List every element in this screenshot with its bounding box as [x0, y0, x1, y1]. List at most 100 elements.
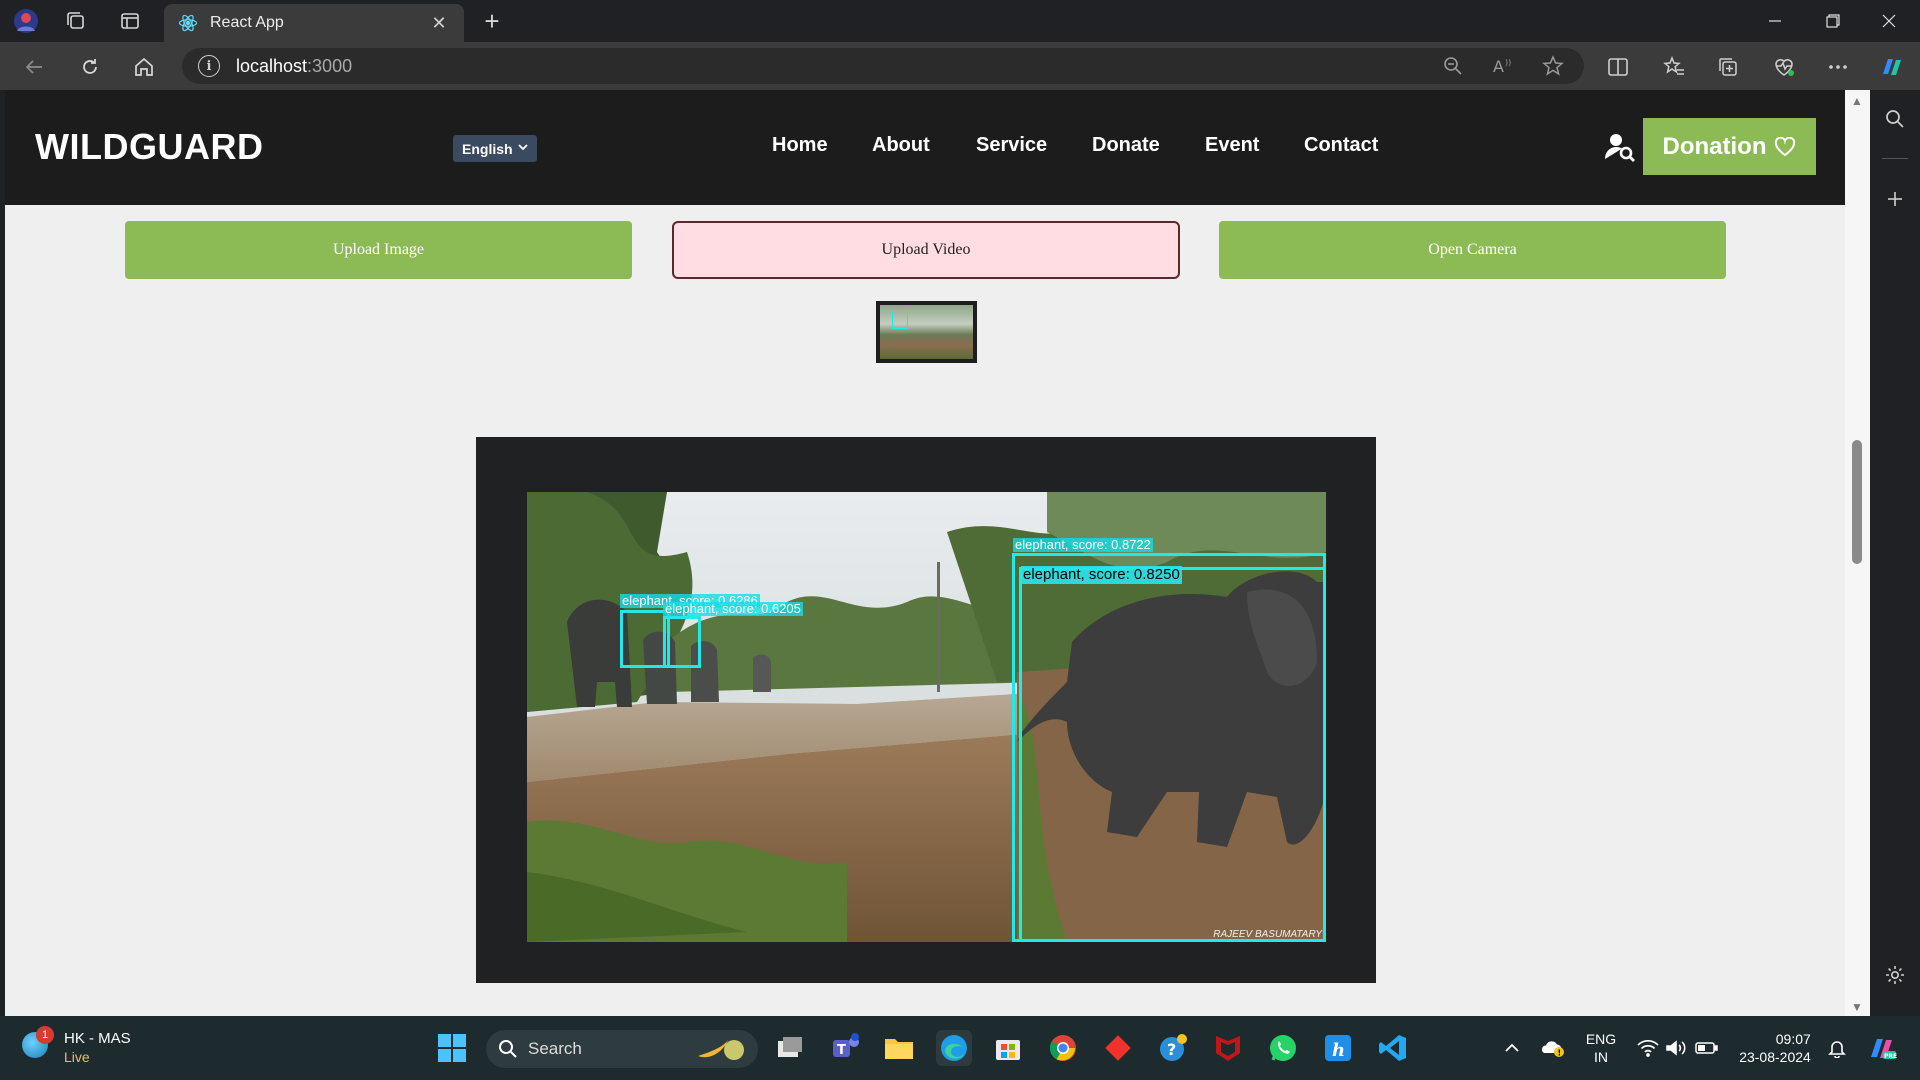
donation-button[interactable]: Donation: [1643, 118, 1816, 175]
onedrive-warning-icon[interactable]: !: [1538, 1016, 1568, 1080]
page-viewport: WILDGUARD English Home About Service Don…: [5, 90, 1845, 1016]
back-arrow-icon[interactable]: [18, 51, 50, 83]
collections-icon[interactable]: [1712, 51, 1744, 83]
weather-title: HK - MAS: [64, 1030, 131, 1047]
url-field[interactable]: i localhost:3000 A)): [182, 48, 1584, 84]
vscode-icon[interactable]: [1375, 1030, 1411, 1066]
nav-service[interactable]: Service: [976, 134, 1047, 157]
nav-contact[interactable]: Contact: [1304, 134, 1378, 157]
tab-title: React App: [210, 14, 284, 31]
mcafee-icon[interactable]: [1210, 1030, 1246, 1066]
heart-icon: [1775, 136, 1796, 156]
hackerrank-icon[interactable]: h: [1320, 1030, 1356, 1066]
video-player[interactable]: elephant, score: 0.6286 elephant, score:…: [476, 437, 1376, 983]
video-thumbnail[interactable]: [876, 301, 977, 363]
more-menu-icon[interactable]: [1822, 51, 1854, 83]
address-toolbar: i localhost:3000 A)): [0, 42, 1920, 90]
donation-label: Donation: [1662, 132, 1767, 160]
sidebar-settings-icon[interactable]: [1880, 960, 1910, 990]
tab-react-app[interactable]: React App ✕: [164, 4, 464, 42]
split-screen-icon[interactable]: [1602, 51, 1634, 83]
close-tab-icon[interactable]: ✕: [428, 12, 450, 34]
detection-box: [1019, 567, 1326, 942]
react-icon: [178, 13, 198, 33]
git-app-icon[interactable]: [1100, 1030, 1136, 1066]
svg-text:A: A: [1493, 57, 1504, 76]
minimize-icon[interactable]: [1748, 0, 1802, 42]
windows-taskbar: 1 HK - MAS Live Search T ? h ! ENG IN 09…: [0, 1016, 1920, 1080]
home-icon[interactable]: [128, 51, 160, 83]
thumbnail-image: [880, 305, 973, 359]
volume-icon[interactable]: [1664, 1016, 1688, 1080]
battery-icon[interactable]: [1694, 1016, 1720, 1080]
new-tab-button[interactable]: +: [478, 6, 506, 36]
site-navbar: WILDGUARD English Home About Service Don…: [5, 90, 1845, 205]
upload-video-button[interactable]: Upload Video: [672, 221, 1180, 279]
copilot-taskbar-icon[interactable]: PRE: [1862, 1016, 1902, 1080]
language-value: English: [462, 140, 513, 157]
nav-home[interactable]: Home: [772, 134, 828, 157]
windows-start-icon[interactable]: [434, 1030, 470, 1066]
detection-box: [663, 616, 701, 668]
browser-essentials-icon[interactable]: [1768, 51, 1800, 83]
sidebar-search-icon[interactable]: [1880, 104, 1910, 134]
svg-text:!: !: [1558, 1049, 1562, 1058]
clock-date: 23-08-2024: [1739, 1049, 1811, 1065]
microsoft-store-icon[interactable]: [990, 1030, 1026, 1066]
nav-donate[interactable]: Donate: [1092, 134, 1160, 157]
browser-sidebar: [1870, 90, 1920, 1016]
refresh-icon[interactable]: [74, 51, 106, 83]
wifi-icon[interactable]: [1636, 1016, 1660, 1080]
upload-image-button[interactable]: Upload Image: [125, 221, 632, 279]
taskbar-search[interactable]: Search: [486, 1030, 758, 1068]
profile-icon[interactable]: [12, 8, 40, 34]
open-camera-button[interactable]: Open Camera: [1219, 221, 1726, 279]
video-watermark: RAJEEV BASUMATARY: [1213, 929, 1322, 940]
detection-label: elephant, score: 0.6205: [663, 601, 803, 616]
teams-icon[interactable]: T: [827, 1030, 863, 1066]
input-language-indicator[interactable]: ENG IN: [1578, 1016, 1624, 1080]
whatsapp-icon[interactable]: [1265, 1030, 1301, 1066]
notifications-bell-icon[interactable]: [1824, 1016, 1850, 1080]
nav-about[interactable]: About: [872, 134, 930, 157]
svg-text:?: ?: [1167, 1040, 1176, 1059]
favorites-icon[interactable]: [1658, 51, 1690, 83]
user-search-icon[interactable]: [1603, 130, 1637, 164]
chevron-down-icon: [518, 144, 528, 151]
task-view-icon[interactable]: [772, 1030, 808, 1066]
thumbnail-detection-box: [892, 311, 908, 329]
edge-browser-icon[interactable]: [936, 1030, 972, 1066]
file-explorer-icon[interactable]: [881, 1030, 917, 1066]
lang-line-2: IN: [1594, 1049, 1608, 1065]
close-window-icon[interactable]: [1862, 0, 1916, 42]
notification-badge: 1: [36, 1026, 54, 1044]
url-port: :3000: [307, 55, 353, 76]
restore-icon[interactable]: [1806, 0, 1860, 42]
help-app-icon[interactable]: ?: [1155, 1030, 1191, 1066]
chrome-icon[interactable]: [1045, 1030, 1081, 1066]
workspaces-icon[interactable]: [62, 8, 90, 34]
zoom-out-icon[interactable]: [1437, 50, 1469, 82]
detection-label: elephant, score: 0.8722: [1013, 537, 1153, 552]
svg-text:)): )): [1505, 58, 1511, 67]
language-select[interactable]: English: [453, 135, 537, 162]
scroll-down-arrow-icon[interactable]: ▼: [1850, 1000, 1864, 1014]
detection-label: elephant, score: 0.8250: [1021, 566, 1182, 584]
scroll-up-arrow-icon[interactable]: ▲: [1850, 94, 1864, 108]
nav-event[interactable]: Event: [1205, 134, 1259, 157]
svg-text:PRE: PRE: [1884, 1053, 1897, 1060]
browser-tab-bar: React App ✕ +: [0, 0, 1920, 42]
sidebar-add-icon[interactable]: [1880, 184, 1910, 214]
url-host: localhost: [236, 55, 308, 76]
brand-logo[interactable]: WILDGUARD: [35, 126, 263, 168]
show-hidden-icons-chevron-icon[interactable]: [1500, 1016, 1524, 1080]
read-aloud-icon[interactable]: A)): [1487, 50, 1519, 82]
detection-frame: elephant, score: 0.6286 elephant, score:…: [527, 492, 1326, 942]
tab-actions-icon[interactable]: [116, 8, 144, 34]
favorite-star-icon[interactable]: [1537, 50, 1569, 82]
copilot-icon[interactable]: [1876, 51, 1908, 83]
scrollbar-thumb[interactable]: [1852, 440, 1862, 564]
clock[interactable]: 09:07 23-08-2024: [1730, 1016, 1820, 1080]
clock-time: 09:07: [1775, 1031, 1811, 1047]
site-info-icon[interactable]: i: [198, 55, 220, 77]
